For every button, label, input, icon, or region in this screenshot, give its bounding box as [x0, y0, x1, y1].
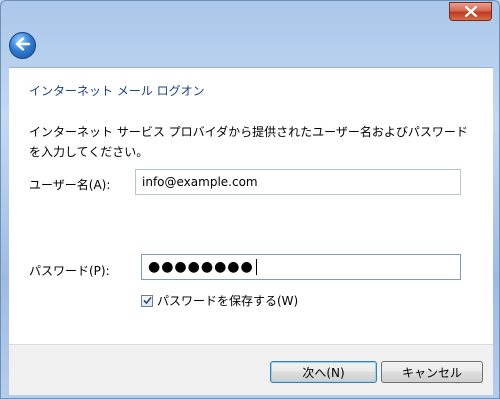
username-value: info@example.com	[142, 175, 258, 189]
next-button[interactable]: 次へ(N)	[270, 361, 377, 383]
username-label: ユーザー名(A):	[29, 178, 111, 192]
close-icon	[464, 2, 477, 21]
username-input[interactable]: info@example.com	[135, 169, 461, 195]
password-masked-value: ●●●●●●●●	[148, 259, 254, 275]
instruction-text: インターネット サービス プロバイダから提供されたユーザー名およびパスワードを入…	[29, 125, 468, 159]
dialog-footer: 次へ(N) キャンセル	[9, 344, 493, 395]
remember-password-label: パスワードを保存する(W)	[157, 294, 299, 308]
cancel-button[interactable]: キャンセル	[381, 361, 483, 383]
wizard-content-panel: インターネット メール ログオン インターネット サービス プロバイダから提供さ…	[9, 67, 493, 344]
remember-password-option[interactable]: パスワードを保存する(W)	[141, 292, 298, 309]
close-button[interactable]	[449, 2, 492, 21]
password-input[interactable]: ●●●●●●●●	[141, 254, 461, 280]
text-caret	[255, 259, 257, 275]
back-arrow-icon	[15, 36, 31, 55]
remember-password-checkbox[interactable]	[141, 294, 153, 307]
dialog-window: インターネット メール ログオン インターネット サービス プロバイダから提供さ…	[0, 0, 500, 399]
password-label: パスワード(P):	[29, 264, 110, 278]
page-title: インターネット メール ログオン	[29, 84, 205, 98]
back-button[interactable]	[9, 32, 36, 59]
checkmark-icon	[142, 296, 152, 305]
